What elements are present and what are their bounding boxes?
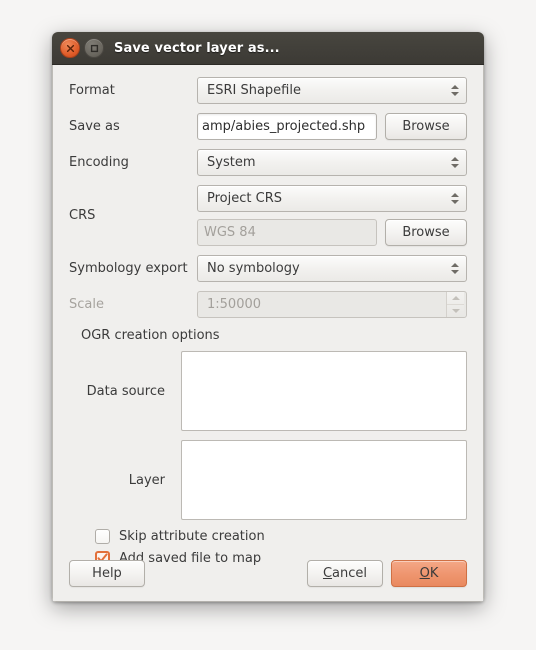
chevron-updown-icon	[448, 85, 462, 96]
row-scale: Scale 1:50000	[69, 291, 467, 318]
crs-detail-value: WGS 84	[204, 225, 256, 240]
ogr-group-title: OGR creation options	[81, 328, 220, 343]
crs-browse-button[interactable]: Browse	[385, 219, 467, 246]
save-as-input[interactable]: amp/abies_projected.shp	[197, 113, 377, 140]
encoding-combo[interactable]: System	[197, 149, 467, 176]
data-source-textarea[interactable]	[181, 351, 467, 431]
cancel-accel: C	[322, 566, 333, 581]
scale-stepper-icon	[446, 292, 464, 317]
encoding-label: Encoding	[69, 154, 129, 170]
chevron-updown-icon	[448, 263, 462, 274]
cancel-label-suffix: ancel	[332, 566, 368, 581]
layer-textarea[interactable]	[181, 440, 467, 520]
format-value: ESRI Shapefile	[207, 83, 301, 98]
cancel-button[interactable]: Cancel	[307, 560, 383, 587]
close-icon[interactable]	[60, 38, 80, 58]
row-layer: Layer	[69, 440, 467, 520]
ok-accel: O	[419, 566, 430, 581]
chevron-updown-icon	[448, 157, 462, 168]
symbology-export-value: No symbology	[207, 261, 300, 276]
help-button[interactable]: Help	[69, 560, 145, 587]
crs-combo[interactable]: Project CRS	[197, 185, 467, 212]
dialog-button-bar: Help Cancel OK	[69, 560, 467, 587]
format-combo[interactable]: ESRI Shapefile	[197, 77, 467, 104]
maximize-icon[interactable]	[84, 38, 104, 58]
row-crs: CRS Project CRS WGS 84 Browse	[69, 185, 467, 246]
row-save-as: Save as amp/abies_projected.shp Browse	[69, 113, 467, 140]
row-encoding: Encoding System	[69, 149, 467, 176]
save-as-browse-button[interactable]: Browse	[385, 113, 467, 140]
row-symbology-export: Symbology export No symbology	[69, 255, 467, 282]
crs-value: Project CRS	[207, 191, 282, 206]
crs-label: CRS	[69, 207, 96, 223]
row-skip-attribute-creation[interactable]: Skip attribute creation	[95, 529, 467, 544]
format-label: Format	[69, 82, 115, 98]
save-as-value: amp/abies_projected.shp	[202, 119, 366, 134]
scale-value: 1:50000	[207, 297, 262, 312]
row-data-source: Data source	[69, 351, 467, 431]
scale-spinbox: 1:50000	[197, 291, 467, 318]
symbology-export-label: Symbology export	[69, 260, 188, 276]
ok-button[interactable]: OK	[391, 560, 467, 587]
title-bar[interactable]: Save vector layer as...	[52, 32, 484, 65]
encoding-value: System	[207, 155, 256, 170]
window-title: Save vector layer as...	[114, 40, 280, 56]
save-as-label: Save as	[69, 118, 120, 134]
symbology-export-combo[interactable]: No symbology	[197, 255, 467, 282]
skip-attribute-creation-label: Skip attribute creation	[119, 529, 265, 544]
crs-detail-input: WGS 84	[197, 219, 377, 246]
ok-label-suffix: K	[429, 566, 439, 581]
scale-label: Scale	[69, 296, 104, 312]
save-vector-layer-dialog: Save vector layer as... Format ESRI Shap…	[52, 32, 484, 602]
dialog-body: Format ESRI Shapefile Save as amp/abies_…	[52, 65, 484, 602]
chevron-updown-icon	[448, 193, 462, 204]
row-format: Format ESRI Shapefile	[69, 77, 467, 104]
data-source-label: Data source	[86, 383, 165, 399]
skip-attribute-creation-checkbox[interactable]	[95, 529, 110, 544]
layer-label: Layer	[128, 472, 165, 488]
